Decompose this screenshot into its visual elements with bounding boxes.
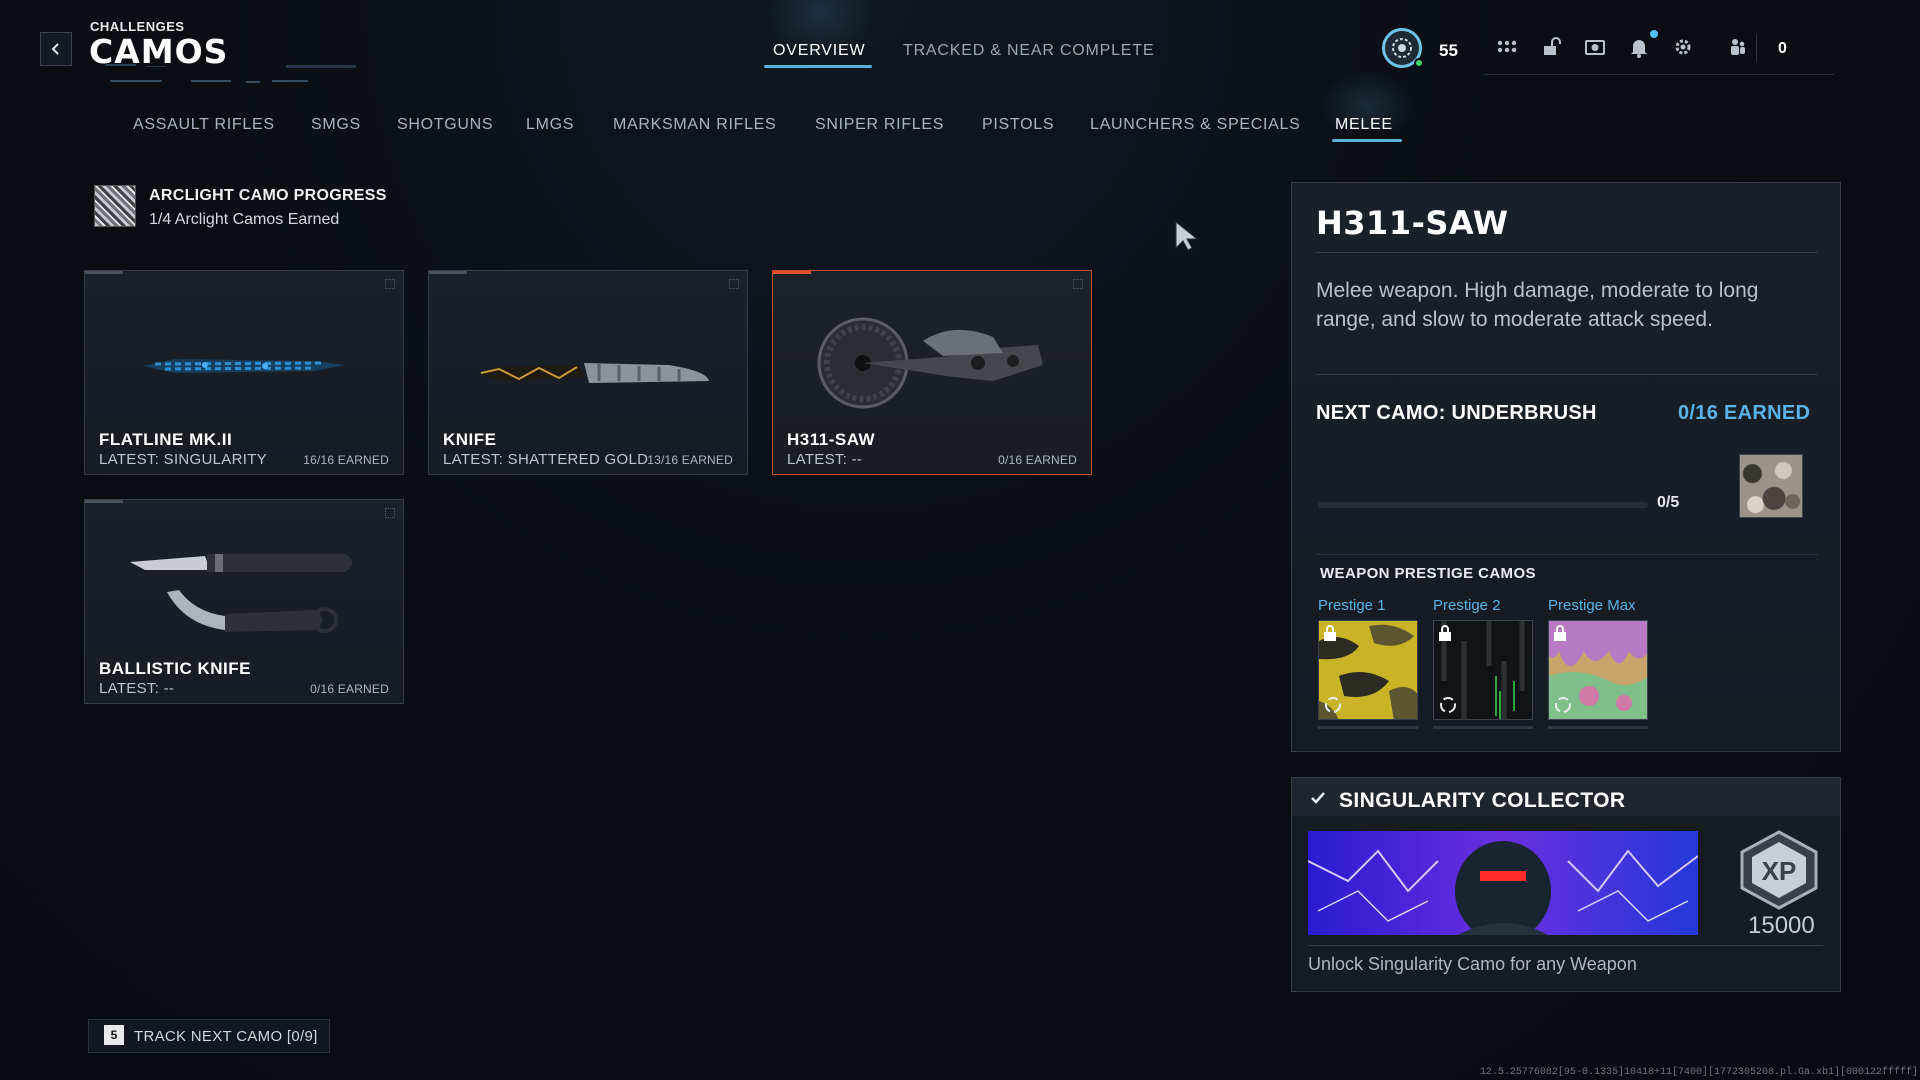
weapon-latest-camo: LATEST: SINGULARITY	[99, 451, 267, 468]
hud-divider	[1484, 74, 1834, 75]
prestige-cycle-icon	[1325, 697, 1341, 713]
singularity-reward-image	[1308, 831, 1698, 935]
weapon-earned-count: 0/16 EARNED	[998, 453, 1077, 467]
lock-icon	[1554, 625, 1566, 641]
prestige-2-camo-tile[interactable]	[1433, 620, 1533, 720]
next-camo-label: NEXT CAMO: UNDERBRUSH	[1316, 402, 1597, 424]
mouse-cursor-icon	[1175, 220, 1199, 251]
weapon-latest-camo: LATEST: SHATTERED GOLD	[443, 451, 649, 468]
prestige-1-camo-tile[interactable]	[1318, 620, 1418, 720]
collector-title: SINGULARITY COLLECTOR	[1339, 789, 1626, 812]
card-corner-mark	[385, 508, 395, 518]
social-icon[interactable]	[1727, 36, 1749, 58]
next-camo-progress-track	[1318, 502, 1648, 508]
ballistic-knife-image	[130, 554, 353, 633]
underbrush-camo-thumbnail[interactable]	[1739, 454, 1803, 518]
divider	[1308, 945, 1823, 946]
prestige-1-progress	[1318, 726, 1418, 729]
lock-icon	[1439, 625, 1451, 641]
next-camo-progress-text: 0/5	[1657, 494, 1680, 511]
category-smgs[interactable]: SMGS	[311, 116, 361, 134]
next-camo-earned: 0/16 EARNED	[1678, 402, 1811, 424]
weapon-name: FLATLINE MK.II	[99, 430, 233, 449]
weapon-earned-count: 0/16 EARNED	[310, 682, 389, 696]
divider	[1316, 374, 1818, 375]
category-lmgs[interactable]: LMGS	[526, 116, 574, 134]
xp-reward-amount: 15000	[1748, 912, 1815, 939]
tab-overview[interactable]: OVERVIEW	[773, 42, 865, 60]
category-assault-rifles[interactable]: ASSAULT RIFLES	[133, 116, 275, 134]
prestige-emblem-icon	[1392, 38, 1412, 58]
notification-bell-icon[interactable]	[1628, 36, 1650, 58]
prestige-max-camo-tile[interactable]	[1548, 620, 1648, 720]
weapon-name: BALLISTIC KNIFE	[99, 659, 251, 678]
card-corner-mark	[729, 279, 739, 289]
settings-gear-icon[interactable]	[1672, 36, 1694, 58]
notification-indicator	[1650, 30, 1658, 38]
arclight-progress-subtitle: 1/4 Arclight Camos Earned	[149, 211, 340, 228]
decorative-glitch-lines	[106, 64, 356, 83]
category-pistols[interactable]: PISTOLS	[982, 116, 1054, 134]
detail-weapon-description: Melee weapon. High damage, moderate to l…	[1316, 279, 1759, 331]
weapon-name: KNIFE	[443, 430, 497, 449]
card-progress-strip	[85, 500, 123, 503]
category-melee[interactable]: MELEE	[1335, 116, 1393, 134]
category-sniper-rifles[interactable]: SNIPER RIFLES	[815, 116, 944, 134]
keybind-hint: 5	[104, 1025, 124, 1045]
arclight-progress-title: ARCLIGHT CAMO PROGRESS	[149, 187, 387, 204]
prestige-max-label: Prestige Max	[1548, 597, 1636, 614]
collector-description: Unlock Singularity Camo for any Weapon	[1308, 954, 1637, 974]
divider	[1316, 554, 1818, 555]
prestige-max-progress	[1548, 726, 1648, 729]
chevron-left-icon	[51, 43, 59, 55]
prestige-cycle-icon	[1440, 697, 1456, 713]
weapon-earned-count: 16/16 EARNED	[303, 453, 389, 467]
track-next-camo-label: TRACK NEXT CAMO [0/9]	[134, 1028, 318, 1045]
prestige-2-progress	[1433, 726, 1533, 729]
card-progress-strip	[85, 271, 123, 274]
weapon-card-h311-saw[interactable]: H311-SAW LATEST: -- 0/16 EARNED	[772, 270, 1092, 475]
category-launchers-specials[interactable]: LAUNCHERS & SPECIALS	[1090, 116, 1301, 134]
weapon-card-ballistic-knife[interactable]: BALLISTIC KNIFE LATEST: -- 0/16 EARNED	[84, 499, 404, 704]
card-progress-strip	[773, 271, 811, 274]
prestige-cycle-icon	[1555, 697, 1571, 713]
category-shotguns[interactable]: SHOTGUNS	[397, 116, 493, 134]
back-button[interactable]	[40, 32, 72, 66]
arclight-camo-thumbnail	[94, 185, 136, 227]
online-status-dot	[1414, 58, 1424, 68]
tab-tracked-near-complete[interactable]: TRACKED & NEAR COMPLETE	[903, 42, 1154, 60]
unlock-icon[interactable]	[1540, 36, 1562, 58]
player-level: 55	[1439, 41, 1458, 60]
card-corner-mark	[385, 279, 395, 289]
hud-separator	[1756, 34, 1757, 62]
build-version-info: 12.5.25776082[95-0.1335]10418+11[7400][1…	[1479, 1067, 1918, 1078]
knife-image	[477, 363, 709, 383]
flatline-mk2-image	[143, 359, 345, 373]
weapon-card-knife[interactable]: KNIFE LATEST: SHATTERED GOLD 13/16 EARNE…	[428, 270, 748, 475]
divider	[1316, 252, 1818, 253]
friends-online-count: 0	[1778, 40, 1787, 57]
category-marksman-rifles[interactable]: MARKSMAN RIFLES	[613, 116, 776, 134]
checkmark-icon	[1311, 792, 1325, 804]
lock-icon	[1324, 625, 1336, 641]
prestige-camos-heading: WEAPON PRESTIGE CAMOS	[1320, 565, 1536, 582]
card-corner-mark	[1073, 279, 1083, 289]
category-melee-underline	[1332, 139, 1402, 142]
apps-grid-icon[interactable]	[1496, 36, 1518, 58]
weapon-latest-camo: LATEST: --	[787, 451, 863, 468]
detail-weapon-title: H311-SAW	[1316, 204, 1509, 242]
weapon-name: H311-SAW	[787, 430, 876, 449]
weapon-card-flatline[interactable]: FLATLINE MK.II LATEST: SINGULARITY 16/16…	[84, 270, 404, 475]
tab-overview-underline	[764, 65, 872, 68]
xp-badge-icon: XP	[1740, 830, 1818, 910]
prestige-2-label: Prestige 2	[1433, 597, 1501, 614]
weapon-latest-camo: LATEST: --	[99, 680, 175, 697]
h311-saw-image	[817, 317, 1043, 409]
card-progress-strip	[429, 271, 467, 274]
store-icon[interactable]	[1584, 36, 1606, 58]
prestige-1-label: Prestige 1	[1318, 597, 1386, 614]
weapon-earned-count: 13/16 EARNED	[647, 453, 733, 467]
xp-badge-text: XP	[1762, 856, 1797, 886]
